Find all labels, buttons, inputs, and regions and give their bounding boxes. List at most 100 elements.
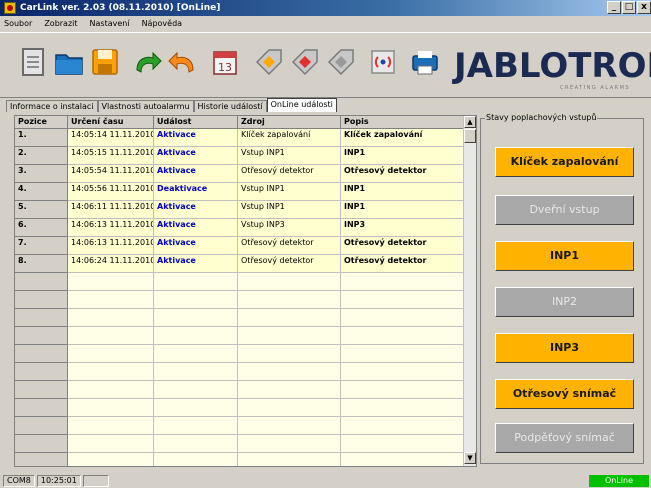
table-row-empty[interactable] — [15, 291, 464, 309]
empty-cell — [341, 291, 464, 309]
save-icon[interactable] — [88, 45, 122, 79]
wireless-icon[interactable] — [366, 45, 400, 79]
menu-settings[interactable]: Nastavení — [90, 19, 130, 28]
empty-cell — [15, 291, 68, 309]
tag-icon[interactable] — [288, 45, 322, 79]
status-online: OnLine — [589, 475, 649, 487]
table-row[interactable]: 7. 14:06:13 11.11.2010 Aktivace Otřesový de… — [15, 237, 464, 255]
empty-cell — [68, 381, 154, 399]
vertical-scrollbar[interactable]: ▲ ▼ — [463, 116, 476, 466]
row-time: 14:05:14 11.11.2010 — [68, 129, 154, 147]
row-source: Klíček zapalování — [238, 129, 341, 147]
input-status-button[interactable]: Otřesový snímač — [495, 379, 634, 409]
table-row-empty[interactable] — [15, 435, 464, 453]
row-source: Otřesový detektor — [238, 237, 341, 255]
close-button[interactable]: x — [637, 1, 651, 14]
table-row-empty[interactable] — [15, 381, 464, 399]
column-header-event[interactable]: Událost — [154, 116, 238, 129]
scroll-down-icon[interactable]: ▼ — [464, 452, 476, 464]
status-bar: COM8 10:25:01 OnLine — [0, 473, 651, 488]
table-row-empty[interactable] — [15, 309, 464, 327]
empty-cell — [238, 309, 341, 327]
input-status-button[interactable]: Klíček zapalování — [495, 147, 634, 177]
row-event: Aktivace — [154, 129, 238, 147]
tab-car-alarm-properties[interactable]: Vlastnosti autoalarmu — [97, 100, 194, 112]
empty-cell — [15, 453, 68, 466]
row-event: Aktivace — [154, 165, 238, 183]
row-position: 6. — [15, 219, 68, 237]
logo-subtitle: CREATING ALARMS — [560, 85, 631, 91]
row-position: 5. — [15, 201, 68, 219]
column-header-description[interactable]: Popis — [341, 116, 464, 129]
table-row[interactable]: 6. 14:06:13 11.11.2010 Aktivace Vstup INP3 I… — [15, 219, 464, 237]
empty-cell — [68, 399, 154, 417]
empty-cell — [15, 273, 68, 291]
empty-cell — [68, 309, 154, 327]
row-event: Aktivace — [154, 201, 238, 219]
empty-cell — [68, 345, 154, 363]
tag-icon[interactable] — [324, 45, 358, 79]
table-row[interactable]: 2. 14:05:15 11.11.2010 Aktivace Vstup INP1 I… — [15, 147, 464, 165]
table-row-empty[interactable] — [15, 399, 464, 417]
table-row[interactable]: 5. 14:06:11 11.11.2010 Aktivace Vstup INP1 I… — [15, 201, 464, 219]
empty-cell — [341, 453, 464, 466]
maximize-button[interactable]: □ — [622, 1, 636, 14]
input-status-button[interactable]: Podpěťový snímač — [495, 423, 634, 453]
table-row-empty[interactable] — [15, 273, 464, 291]
redo-icon[interactable] — [130, 45, 164, 79]
svg-text:13: 13 — [218, 61, 232, 74]
row-time: 14:06:24 11.11.2010 — [68, 255, 154, 273]
tab-strip: Informace o instalaci Vlastnosti autoala… — [6, 98, 337, 112]
status-port: COM8 — [3, 474, 35, 487]
row-time: 14:06:11 11.11.2010 — [68, 201, 154, 219]
table-row[interactable]: 8. 14:06:24 11.11.2010 Aktivace Otřesový de… — [15, 255, 464, 273]
minimize-button[interactable]: _ — [607, 1, 621, 14]
tab-installation-info[interactable]: Informace o instalaci — [6, 100, 98, 112]
tag-icon[interactable] — [252, 45, 286, 79]
panel-title: Stavy poplachových vstupů — [485, 113, 598, 122]
empty-cell — [154, 453, 238, 466]
row-position: 7. — [15, 237, 68, 255]
empty-cell — [238, 417, 341, 435]
events-grid: Pozice Určení času Událost Zdroj Popis 1… — [14, 115, 477, 467]
table-row[interactable]: 3. 14:05:54 11.11.2010 Aktivace Otřesový de… — [15, 165, 464, 183]
column-header-time[interactable]: Určení času — [68, 116, 154, 129]
row-description: INP1 — [341, 201, 464, 219]
calendar-icon[interactable]: 13 — [208, 45, 242, 79]
row-event: Aktivace — [154, 219, 238, 237]
scroll-up-icon[interactable]: ▲ — [464, 116, 476, 128]
tab-event-history[interactable]: Historie událostí — [193, 100, 267, 112]
new-icon[interactable] — [16, 45, 50, 79]
scroll-thumb[interactable] — [464, 129, 476, 143]
row-description: Otřesový detektor — [341, 237, 464, 255]
table-row[interactable]: 4. 14:05:56 11.11.2010 Deaktivace Vstup INP… — [15, 183, 464, 201]
row-time: 14:06:13 11.11.2010 — [68, 219, 154, 237]
menu-file[interactable]: Soubor — [4, 19, 32, 28]
input-status-button[interactable]: INP3 — [495, 333, 634, 363]
undo-icon[interactable] — [166, 45, 200, 79]
column-header-position[interactable]: Pozice — [15, 116, 68, 129]
print-icon[interactable] — [408, 45, 442, 79]
empty-cell — [68, 273, 154, 291]
table-row-empty[interactable] — [15, 417, 464, 435]
empty-cell — [15, 309, 68, 327]
empty-cell — [68, 363, 154, 381]
open-folder-icon[interactable] — [52, 45, 86, 79]
input-status-button[interactable]: INP2 — [495, 287, 634, 317]
menu-help[interactable]: Nápověda — [142, 19, 183, 28]
tab-online-events[interactable]: OnLine události — [266, 98, 337, 112]
table-row-empty[interactable] — [15, 363, 464, 381]
table-row-empty[interactable] — [15, 453, 464, 466]
empty-cell — [238, 273, 341, 291]
alarm-inputs-panel: Stavy poplachových vstupů Klíček zapalov… — [480, 113, 644, 464]
empty-cell — [154, 363, 238, 381]
menu-view[interactable]: Zobrazit — [44, 19, 77, 28]
table-row-empty[interactable] — [15, 345, 464, 363]
input-status-button[interactable]: INP1 — [495, 241, 634, 271]
table-row-empty[interactable] — [15, 327, 464, 345]
empty-cell — [154, 417, 238, 435]
input-status-button[interactable]: Dveřní vstup — [495, 195, 634, 225]
table-row[interactable]: 1. 14:05:14 11.11.2010 Aktivace Klíček zapa… — [15, 129, 464, 147]
status-empty — [82, 474, 109, 487]
column-header-source[interactable]: Zdroj — [238, 116, 341, 129]
